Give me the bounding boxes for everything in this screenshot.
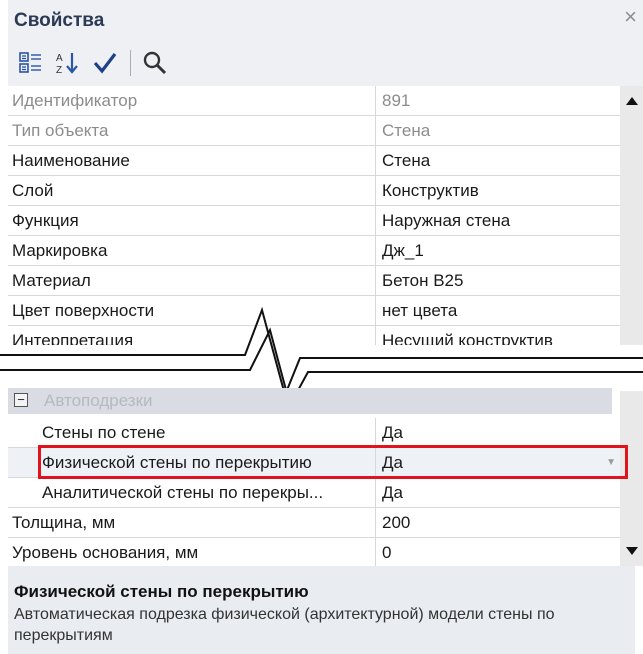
- property-row-function[interactable]: Функция Наружная стена: [8, 206, 620, 236]
- description-text: Автоматическая подрезка физической (архи…: [14, 606, 555, 644]
- panel-titlebar: Свойства ×: [8, 0, 643, 42]
- property-row-material[interactable]: Материал Бетон B25: [8, 266, 620, 296]
- property-value[interactable]: Дж_1: [376, 236, 620, 265]
- property-value[interactable]: Стена: [376, 146, 620, 175]
- scroll-up-icon[interactable]: [622, 90, 641, 112]
- close-icon[interactable]: ×: [624, 6, 637, 28]
- property-row-marking[interactable]: Маркировка Дж_1: [8, 236, 620, 266]
- omission-break: [0, 306, 643, 408]
- property-value: 891: [382, 91, 411, 110]
- property-value: Стена: [382, 121, 431, 140]
- property-name: Идентификатор: [8, 86, 376, 115]
- svg-text:Z: Z: [56, 65, 62, 76]
- property-row-identifier[interactable]: Идентификатор 891: [8, 86, 620, 116]
- scroll-down-icon[interactable]: [622, 540, 641, 562]
- property-name: Слой: [8, 176, 376, 205]
- property-row-name[interactable]: Наименование Стена: [8, 146, 620, 176]
- property-name: Материал: [8, 266, 376, 295]
- property-name: Функция: [8, 206, 376, 235]
- search-icon[interactable]: [138, 46, 172, 80]
- zigzag-break-icon: [0, 306, 643, 408]
- property-value[interactable]: Конструктив: [376, 176, 620, 205]
- sort-alphabetical-icon[interactable]: A Z: [50, 46, 84, 80]
- toolbar-separator: [130, 50, 131, 76]
- property-name: Тип объекта: [8, 116, 376, 145]
- property-row-layer[interactable]: Слой Конструктив: [8, 176, 620, 206]
- apply-checkmark-icon[interactable]: [88, 46, 122, 80]
- property-value[interactable]: Наружная стена: [376, 206, 620, 235]
- property-value[interactable]: Бетон B25: [376, 266, 620, 295]
- description-panel: Физической стены по перекрытию Автоматич…: [8, 566, 635, 654]
- property-name: Наименование: [8, 146, 376, 175]
- svg-text:A: A: [56, 53, 63, 64]
- categorized-view-icon[interactable]: [14, 46, 48, 80]
- property-name: Маркировка: [8, 236, 376, 265]
- description-title: Физической стены по перекрытию: [14, 582, 309, 601]
- property-row-object-type[interactable]: Тип объекта Стена: [8, 116, 620, 146]
- panel-title: Свойства: [14, 10, 105, 31]
- toolbar: A Z: [8, 42, 643, 86]
